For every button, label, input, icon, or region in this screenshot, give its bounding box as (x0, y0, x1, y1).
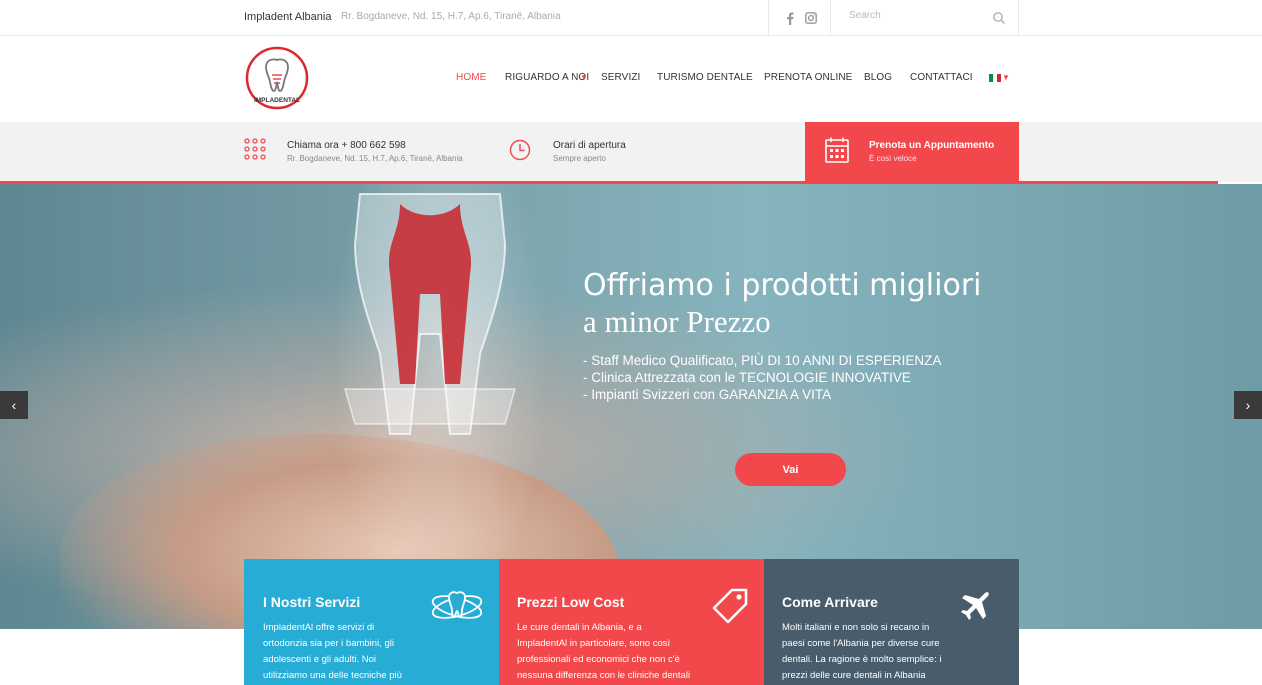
slider-next-button[interactable]: › (1234, 391, 1262, 419)
slider-prev-button[interactable]: ‹ (0, 391, 28, 419)
search-box (830, 0, 1019, 36)
services-text-line: utilizziamo una delle tecniche più (263, 670, 402, 681)
hero-cta-button[interactable]: Vai (735, 453, 846, 486)
info-strip: Chiama ora + 800 662 598 Rr. Bogdaneve, … (0, 122, 1262, 184)
chevron-down-icon: ▼ (580, 73, 588, 82)
nav-blog[interactable]: BLOG (864, 72, 892, 83)
nav-riguardo[interactable]: RIGUARDO A NOI (505, 72, 589, 83)
instagram-icon[interactable] (790, 0, 832, 36)
directions-title: Come Arrivare (782, 594, 878, 610)
services-box[interactable]: I Nostri Servizi ImpladentAl offre servi… (244, 559, 499, 685)
prices-box[interactable]: Prezzi Low Cost Le cure dentali in Alban… (499, 559, 764, 685)
appt-sub: È così veloce (869, 154, 917, 163)
tooth-atom-icon (431, 591, 483, 619)
main-header: IMPLADENTAL HOME RIGUARDO A NOI ▼ SERVIZ… (0, 36, 1262, 122)
airplane-icon (961, 592, 989, 620)
prices-text: Le cure dentali in Albania, e a Impladen… (517, 620, 690, 684)
dialpad-icon (244, 138, 266, 160)
services-text: ImpladentAl offre servizi di ortodonzia … (263, 620, 402, 684)
hero-bullet: - Impianti Svizzeri con GARANZIA A VITA (583, 387, 832, 402)
top-brand: Impladent Albania (244, 11, 332, 23)
nav-turismo[interactable]: TURISMO DENTALE (657, 72, 753, 83)
prices-text-line: Le cure dentali in Albania, e a (517, 622, 642, 633)
search-icon[interactable] (992, 11, 1006, 25)
nav-prenota[interactable]: PRENOTA ONLINE (764, 72, 852, 83)
services-title: I Nostri Servizi (263, 594, 361, 610)
hours-title: Orari di apertura (553, 140, 626, 151)
top-bar: Impladent Albania Rr. Bogdaneve, Nd. 15,… (0, 0, 1262, 36)
phone-sub: Rr. Bogdaneve, Nd. 15, H.7, Ap.6, Tiranë… (287, 154, 463, 163)
prices-text-line: nessuna differenza con le cliniche denta… (517, 670, 691, 681)
hero-bullet: - Staff Medico Qualificato, PIÙ DI 10 AN… (583, 353, 942, 368)
calendar-icon (825, 137, 849, 163)
chevron-left-icon: ‹ (11, 397, 17, 413)
search-input[interactable] (849, 10, 989, 21)
price-tag-icon (712, 588, 748, 624)
tooth-model-image (344, 193, 516, 435)
clock-icon (509, 139, 531, 161)
services-text-line: ortodonzia sia per i bambini, gli (263, 638, 394, 649)
directions-text-line: prezzi delle cure dentali in Albania (782, 670, 926, 681)
directions-text-line: paesi come l'Albania per diverse cure (782, 638, 940, 649)
top-address: Rr. Bogdaneve, Nd. 15, H.7, Ap.6, Tiranë… (341, 11, 561, 22)
hero-bullet: - Clinica Attrezzata con le TECNOLOGIE I… (583, 370, 911, 385)
directions-text: Molti italiani e non solo si recano in p… (782, 620, 941, 684)
hero-title-line1: Offriamo i prodotti migliori (583, 268, 982, 303)
hero-bullets: - Staff Medico Qualificato, PIÙ DI 10 AN… (583, 352, 941, 403)
nav-home[interactable]: HOME (456, 72, 486, 83)
services-text-line: ImpladentAl offre servizi di (263, 622, 375, 633)
prices-title: Prezzi Low Cost (517, 594, 625, 610)
nav-servizi[interactable]: SERVIZI (601, 72, 640, 83)
services-text-line: adolescenti e gli adulti. Noi (263, 654, 377, 665)
italian-flag-icon[interactable] (989, 74, 1001, 82)
hours-sub: Sempre aperto (553, 154, 606, 163)
language-chevron-icon[interactable]: ▼ (1002, 73, 1010, 82)
prices-text-line: professionali ed economici che non c'è (517, 654, 680, 665)
chevron-right-icon: › (1245, 397, 1251, 413)
directions-text-line: Molti italiani e non solo si recano in (782, 622, 930, 633)
logo-text: IMPLADENTAL (254, 97, 300, 104)
phone-title[interactable]: Chiama ora + 800 662 598 (287, 140, 406, 151)
impladental-logo[interactable]: IMPLADENTAL (244, 45, 310, 111)
hero-title-line2: a minor Prezzo (583, 304, 771, 339)
directions-box[interactable]: Come Arrivare Molti italiani e non solo … (764, 559, 1019, 685)
nav-contattaci[interactable]: CONTATTACI (910, 72, 973, 83)
directions-text-line: dentali. La ragione è molto semplice: i (782, 654, 942, 665)
prices-text-line: ImpladentAl in particolare, sono così (517, 638, 671, 649)
book-appointment-button[interactable]: Prenota un Appuntamento È così veloce (805, 122, 1019, 182)
appt-title: Prenota un Appuntamento (869, 140, 995, 151)
